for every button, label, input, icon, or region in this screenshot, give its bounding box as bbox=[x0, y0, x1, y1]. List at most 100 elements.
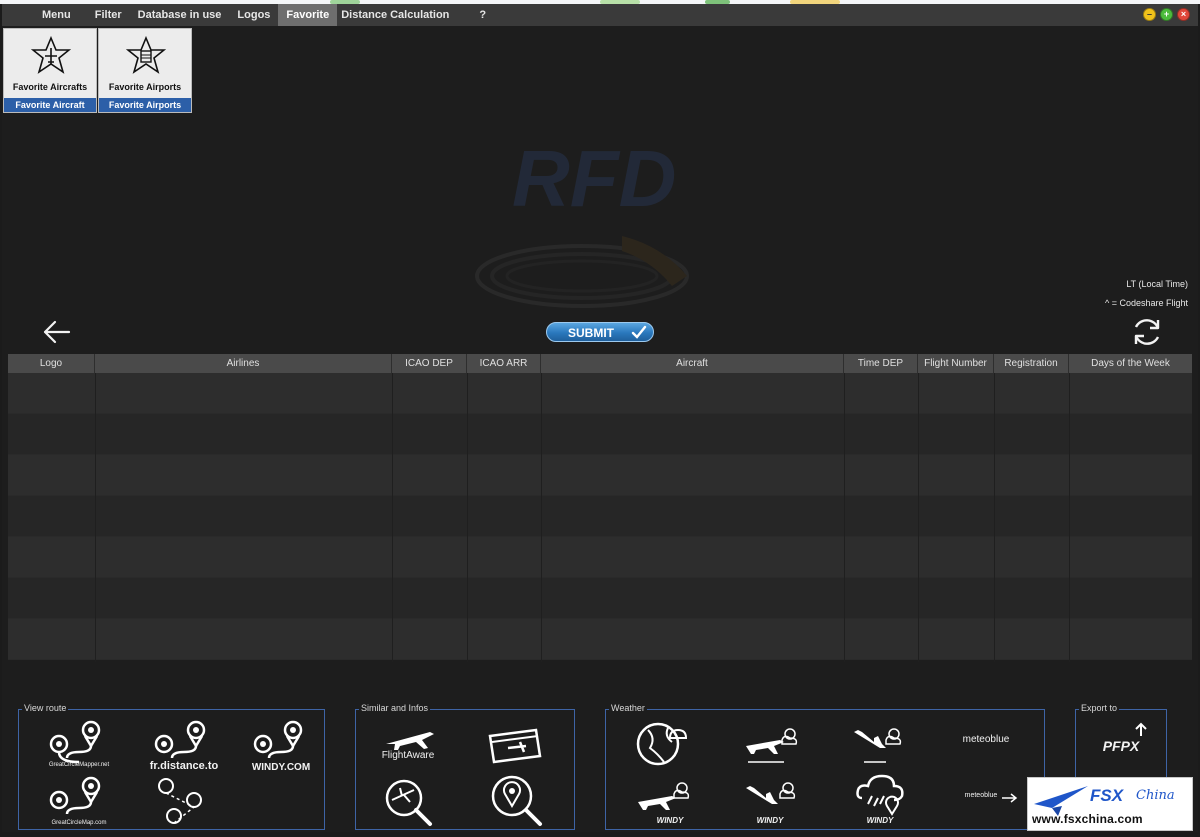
weather-title: Weather bbox=[609, 703, 647, 713]
star-airport-icon bbox=[126, 36, 166, 74]
pfpx-label: PFPX bbox=[1102, 738, 1140, 754]
column-divider bbox=[392, 373, 393, 662]
menu-item-distance-calculation[interactable]: Distance Calculation bbox=[337, 4, 457, 26]
similar-infos-panel: Similar and Infos FlightAware bbox=[355, 703, 575, 830]
table-row[interactable] bbox=[8, 537, 1192, 578]
table-row[interactable] bbox=[8, 619, 1192, 660]
badge-url: www.fsxchina.com bbox=[1032, 812, 1143, 826]
menu-item-logos[interactable]: Logos bbox=[229, 4, 278, 26]
table-row[interactable] bbox=[8, 496, 1192, 537]
menu-item-menu[interactable]: Menu bbox=[34, 4, 79, 26]
local-time-note: LT (Local Time) bbox=[1126, 279, 1188, 289]
minimize-button[interactable]: – bbox=[1143, 8, 1156, 21]
windy-arrival-link[interactable]: WINDY bbox=[740, 776, 810, 828]
dotted-route-link[interactable] bbox=[144, 776, 224, 830]
table-row[interactable] bbox=[8, 578, 1192, 619]
meteoblue-label-2: meteoblue bbox=[964, 792, 998, 799]
column-divider bbox=[994, 373, 995, 662]
windy-route-label: WINDY.COM bbox=[251, 762, 311, 773]
globe-cloud-icon bbox=[636, 722, 688, 766]
back-arrow-icon[interactable] bbox=[42, 318, 72, 346]
table-row[interactable] bbox=[8, 414, 1192, 455]
aircraft-search-link[interactable] bbox=[380, 776, 440, 828]
windy-rain-link[interactable]: WINDY bbox=[852, 772, 912, 828]
flights-table: Logo Airlines ICAO DEP ICAO ARR Aircraft… bbox=[8, 354, 1192, 662]
menu-item-filter[interactable]: Filter bbox=[87, 4, 130, 26]
column-divider bbox=[467, 373, 468, 662]
favorite-airports-sublabel: Favorite Airports bbox=[99, 98, 191, 112]
weather-globe-link[interactable] bbox=[634, 720, 690, 768]
route-pins-icon bbox=[49, 776, 101, 815]
watermark-text: RFD bbox=[512, 134, 676, 223]
table-row[interactable] bbox=[8, 373, 1192, 414]
menu-item-help[interactable]: ? bbox=[471, 4, 494, 26]
column-divider bbox=[541, 373, 542, 662]
ticket-icon bbox=[488, 728, 542, 764]
badge-brand-china: China bbox=[1136, 788, 1175, 803]
arrival-weather-link[interactable] bbox=[850, 724, 906, 764]
star-airplane-icon bbox=[31, 36, 71, 74]
column-divider bbox=[844, 373, 845, 662]
location-search-icon bbox=[491, 775, 542, 826]
meteoblue-link-2[interactable]: meteoblue bbox=[960, 792, 1020, 816]
favorite-airports-button[interactable]: Favorite Airports Favorite Airports bbox=[98, 28, 192, 113]
rfd-logo-watermark: RFD bbox=[475, 134, 689, 308]
meteoblue-link-1[interactable]: meteoblue bbox=[956, 734, 1026, 758]
favorite-aircrafts-label: Favorite Aircrafts bbox=[12, 82, 88, 92]
pfpx-export-link[interactable]: PFPX bbox=[1096, 722, 1156, 762]
submit-label: SUBMIT bbox=[568, 326, 614, 340]
distance-to-link[interactable]: fr.distance.to bbox=[144, 718, 224, 774]
table-body bbox=[8, 373, 1192, 660]
similar-infos-title: Similar and Infos bbox=[359, 703, 431, 713]
table-header: Logo Airlines ICAO DEP ICAO ARR Aircraft… bbox=[8, 354, 1192, 373]
maximize-button[interactable]: + bbox=[1160, 8, 1173, 21]
plane-search-icon bbox=[385, 779, 432, 826]
view-route-title: View route bbox=[22, 703, 69, 713]
menu-item-favorite[interactable]: Favorite bbox=[278, 4, 338, 26]
col-icao-arr[interactable]: ICAO ARR bbox=[467, 354, 541, 373]
greatcirclemapper-link[interactable]: GreatCircleMapper.net bbox=[39, 718, 119, 774]
departure-weather-link[interactable] bbox=[744, 724, 800, 764]
col-registration[interactable]: Registration bbox=[994, 354, 1069, 373]
boarding-pass-link[interactable] bbox=[486, 726, 546, 766]
menu-bar: Menu Filter Database in use Logos Favori… bbox=[2, 4, 1198, 26]
col-icao-dep[interactable]: ICAO DEP bbox=[392, 354, 467, 373]
column-divider bbox=[918, 373, 919, 662]
window-controls: – + × bbox=[1143, 8, 1190, 21]
menu-item-database[interactable]: Database in use bbox=[130, 4, 230, 26]
distance-to-label: fr.distance.to bbox=[149, 760, 219, 772]
refresh-icon[interactable] bbox=[1130, 315, 1164, 349]
col-flight-number[interactable]: Flight Number bbox=[918, 354, 994, 373]
column-divider bbox=[1069, 373, 1070, 662]
landing-sun-icon bbox=[746, 782, 796, 804]
greatcirclemap-link[interactable]: GreatCircleMap.com bbox=[39, 776, 119, 830]
close-button[interactable]: × bbox=[1177, 8, 1190, 21]
col-logo[interactable]: Logo bbox=[8, 354, 95, 373]
rain-cloud-pin-icon bbox=[856, 774, 904, 816]
route-pins-icon bbox=[253, 720, 303, 759]
windy-departure-link[interactable]: WINDY bbox=[634, 776, 704, 828]
windy-label-1: WINDY bbox=[656, 816, 684, 825]
favorite-aircrafts-button[interactable]: Favorite Aircrafts Favorite Aircraft bbox=[3, 28, 97, 113]
favorite-airports-label: Favorite Airports bbox=[108, 82, 182, 92]
col-days-of-week[interactable]: Days of the Week bbox=[1069, 354, 1192, 373]
col-aircraft[interactable]: Aircraft bbox=[541, 354, 844, 373]
flightaware-plane-icon bbox=[386, 732, 434, 750]
export-title: Export to bbox=[1079, 703, 1120, 713]
landing-sun-icon bbox=[854, 728, 902, 763]
col-time-dep[interactable]: Time DEP bbox=[844, 354, 918, 373]
table-row[interactable] bbox=[8, 455, 1192, 496]
flightaware-label: FlightAware bbox=[381, 750, 435, 761]
dotted-route-icon bbox=[158, 778, 202, 824]
codeshare-note: ^ = Codeshare Flight bbox=[1104, 298, 1188, 308]
favorite-aircrafts-sublabel: Favorite Aircraft bbox=[4, 98, 96, 112]
route-pins-icon bbox=[154, 720, 206, 759]
col-airlines[interactable]: Airlines bbox=[95, 354, 392, 373]
app-main-area: Favorite Aircrafts Favorite Aircraft Fav… bbox=[2, 26, 1198, 832]
route-pins-icon bbox=[49, 720, 101, 764]
windy-route-link[interactable]: WINDY.COM bbox=[241, 718, 321, 774]
flightaware-link[interactable]: FlightAware bbox=[378, 724, 438, 764]
location-search-link[interactable] bbox=[486, 772, 546, 828]
submit-button[interactable]: SUBMIT bbox=[546, 322, 654, 342]
greatcirclemap-label: GreatCircleMap.com bbox=[51, 820, 107, 826]
